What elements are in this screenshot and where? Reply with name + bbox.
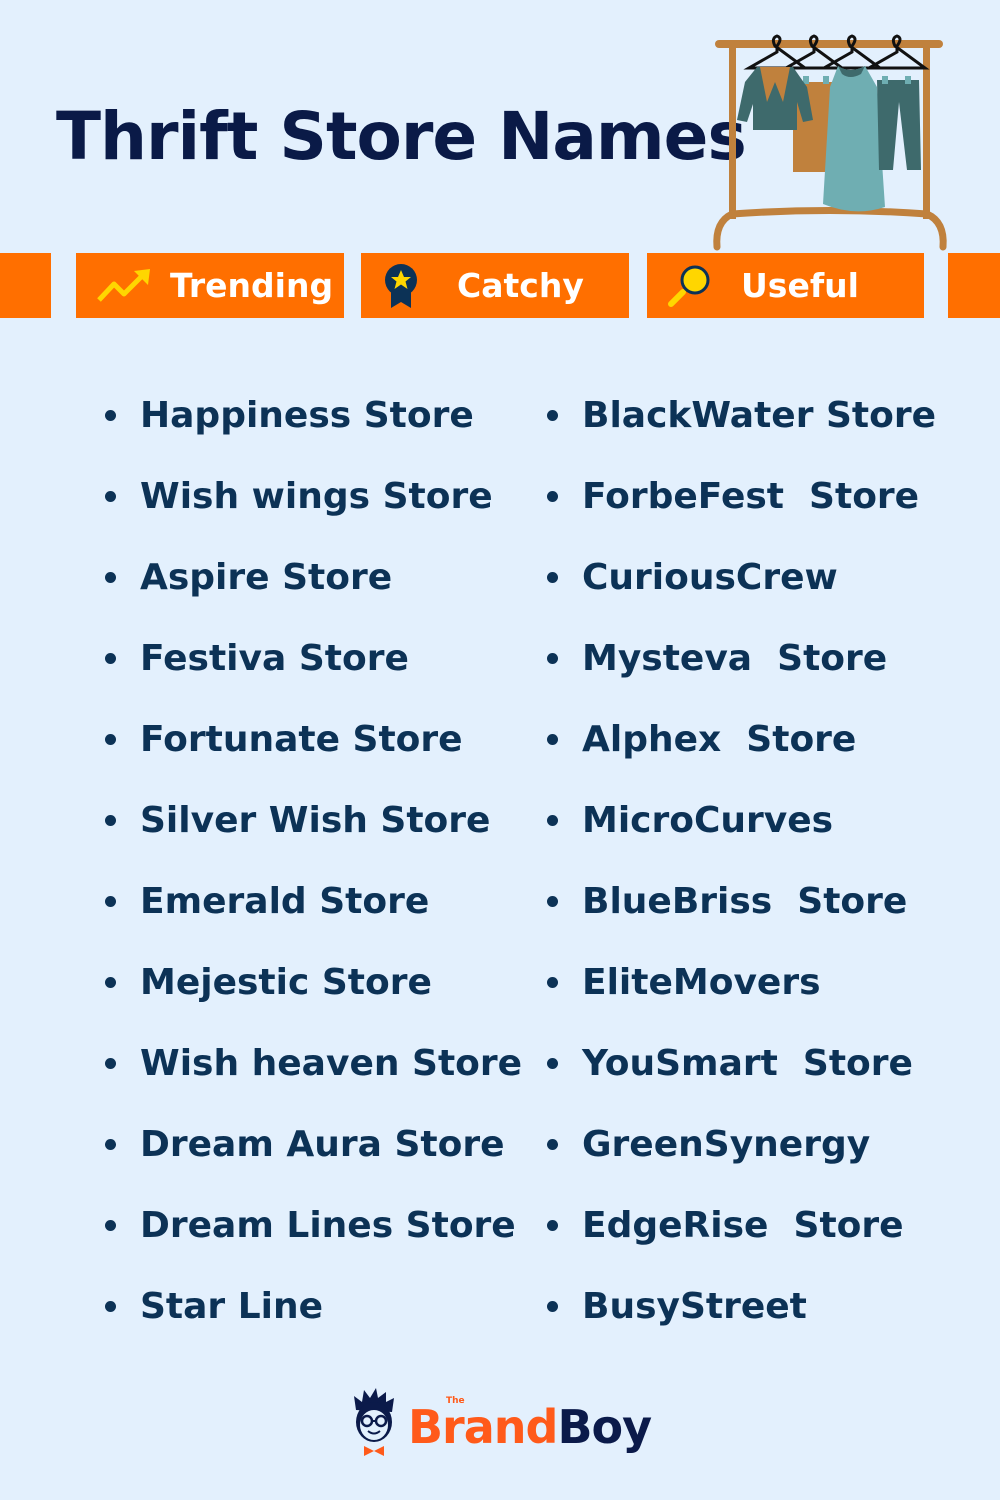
bullet-icon xyxy=(105,734,116,745)
bullet-icon xyxy=(547,1301,558,1312)
bullet-icon xyxy=(547,410,558,421)
bullet-icon xyxy=(547,1220,558,1231)
bullet-icon xyxy=(105,815,116,826)
list-item: Dream Aura Store xyxy=(105,1104,522,1185)
tab-useful-label: Useful xyxy=(741,266,859,305)
award-star-icon xyxy=(383,263,419,309)
list-item: Dream Lines Store xyxy=(105,1185,522,1266)
bullet-icon xyxy=(105,491,116,502)
bullet-icon xyxy=(547,1058,558,1069)
clothes-rack-icon xyxy=(713,34,947,251)
magnifier-icon xyxy=(667,264,713,308)
bullet-icon xyxy=(547,734,558,745)
bullet-icon xyxy=(547,977,558,988)
bullet-icon xyxy=(547,653,558,664)
list-item: Star Line xyxy=(105,1266,522,1347)
bullet-icon xyxy=(105,1058,116,1069)
tab-catchy[interactable]: Catchy xyxy=(361,253,629,318)
logo-wordmark: The BrandBoy xyxy=(408,1396,652,1454)
bullet-icon xyxy=(105,410,116,421)
list-item: GreenSynergy xyxy=(547,1104,936,1185)
page-title: Thrift Store Names xyxy=(56,98,747,175)
list-item: BlackWater Store xyxy=(547,375,936,456)
list-item: Happiness Store xyxy=(105,375,522,456)
list-item: Festiva Store xyxy=(105,618,522,699)
banner-stub-left xyxy=(0,253,51,318)
boy-mascot-icon xyxy=(354,1388,394,1456)
list-item: ForbeFest Store xyxy=(547,456,936,537)
list-item: Wish wings Store xyxy=(105,456,522,537)
bullet-icon xyxy=(105,1139,116,1150)
bullet-icon xyxy=(105,1301,116,1312)
list-item: Fortunate Store xyxy=(105,699,522,780)
bullet-icon xyxy=(105,572,116,583)
list-item: EliteMovers xyxy=(547,942,936,1023)
bullet-icon xyxy=(547,815,558,826)
list-item: Mysteva Store xyxy=(547,618,936,699)
tab-useful[interactable]: Useful xyxy=(647,253,924,318)
tab-trending-label: Trending xyxy=(170,266,334,305)
brand-logo: The BrandBoy xyxy=(350,1388,652,1458)
bullet-icon xyxy=(547,1139,558,1150)
bullet-icon xyxy=(547,896,558,907)
list-item: EdgeRise Store xyxy=(547,1185,936,1266)
list-item: BlueBriss Store xyxy=(547,861,936,942)
list-item: Mejestic Store xyxy=(105,942,522,1023)
list-item: Silver Wish Store xyxy=(105,780,522,861)
list-item: MicroCurves xyxy=(547,780,936,861)
list-item: YouSmart Store xyxy=(547,1023,936,1104)
bullet-icon xyxy=(105,653,116,664)
names-list-right: BlackWater Store ForbeFest Store Curious… xyxy=(547,375,936,1347)
tab-catchy-label: Catchy xyxy=(457,266,584,305)
list-item: Aspire Store xyxy=(105,537,522,618)
list-item: Emerald Store xyxy=(105,861,522,942)
list-item: BusyStreet xyxy=(547,1266,936,1347)
bullet-icon xyxy=(105,977,116,988)
bullet-icon xyxy=(105,1220,116,1231)
names-list-left: Happiness Store Wish wings Store Aspire … xyxy=(105,375,522,1347)
list-item: Alphex Store xyxy=(547,699,936,780)
list-item: Wish heaven Store xyxy=(105,1023,522,1104)
bullet-icon xyxy=(105,896,116,907)
trending-arrow-icon xyxy=(96,268,152,304)
banner-stub-right xyxy=(948,253,1000,318)
bullet-icon xyxy=(547,491,558,502)
category-banner: Trending Catchy Useful xyxy=(0,253,1000,318)
list-item: CuriousCrew xyxy=(547,537,936,618)
tab-trending[interactable]: Trending xyxy=(76,253,344,318)
bullet-icon xyxy=(547,572,558,583)
